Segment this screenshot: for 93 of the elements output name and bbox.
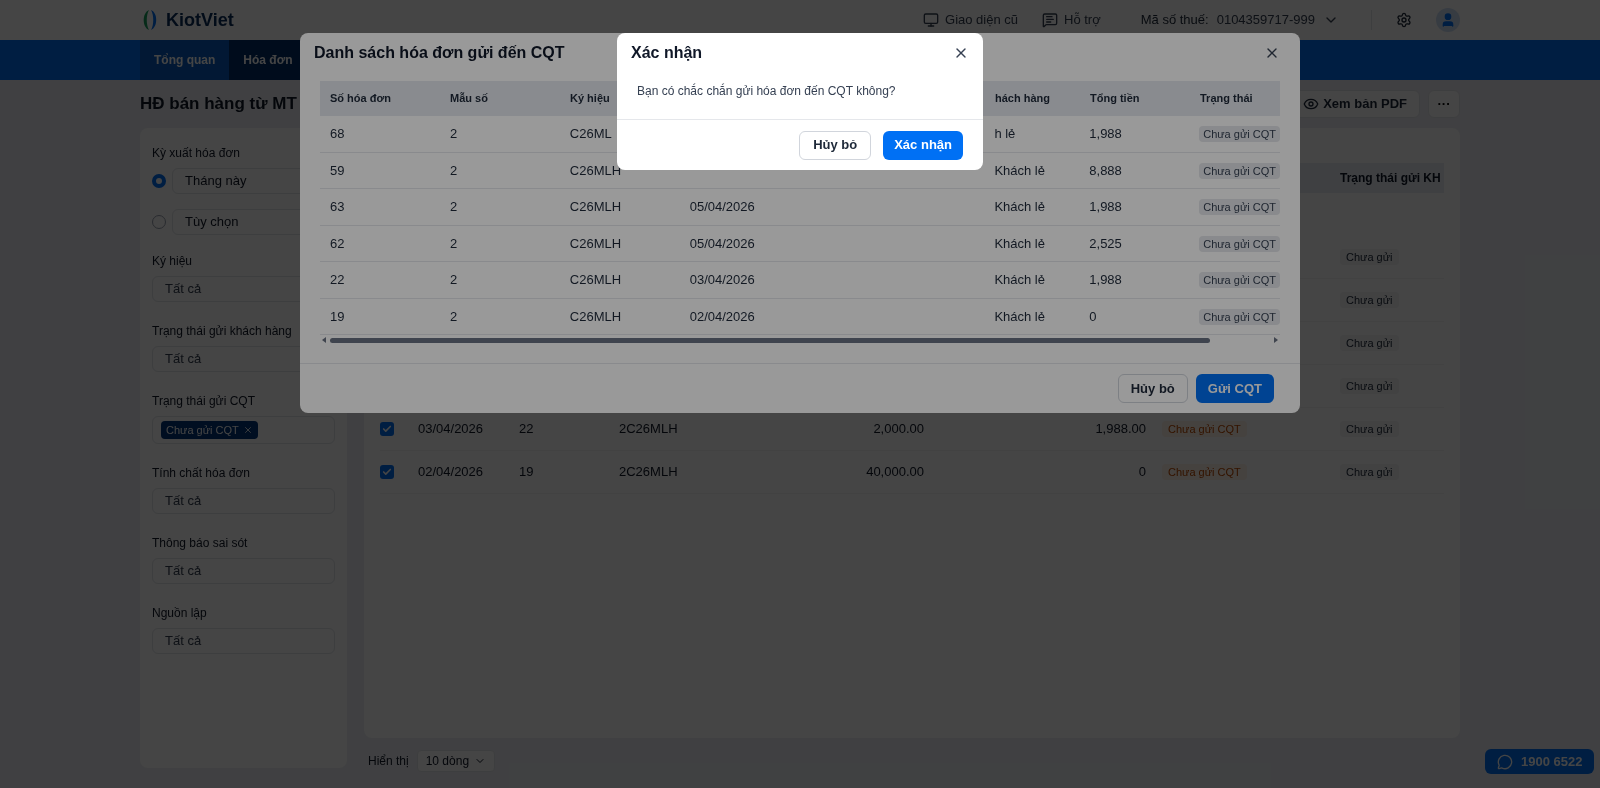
status-badge: Chưa gửi CQT — [1162, 464, 1247, 481]
status-badge: Chưa gửi CQT — [1199, 272, 1280, 288]
table-cell: 02/04/2026 — [418, 464, 484, 480]
filter-label: Thông báo sai sót — [152, 535, 249, 552]
column-header: Trạng thái — [1200, 92, 1253, 105]
page-title: HĐ bán hàng từ MT — [140, 93, 297, 116]
status-badge: Chưa gửi CQT — [1199, 308, 1280, 325]
confirm-button[interactable]: Xác nhận — [883, 130, 963, 160]
table-cell: C26MLH — [569, 272, 622, 287]
table-cell: 2 — [449, 162, 458, 178]
table-cell: Khách lẻ — [994, 162, 1045, 178]
table-cell: 68 — [330, 126, 345, 141]
filter-label: Tính chất hóa đơn — [152, 465, 251, 482]
table-cell: 2,525 — [1089, 235, 1122, 251]
table-cell: 1,988 — [1089, 126, 1122, 141]
filter-label: Trạng thái gửi khách hàng — [152, 323, 293, 340]
cancel-button[interactable]: Hủy bỏ — [799, 130, 872, 160]
table-cell: 1,988.00 — [1095, 421, 1146, 437]
eye-icon — [1303, 96, 1320, 112]
table-cell: Khách lẻ — [994, 199, 1045, 214]
table-cell: 2,000.00 — [873, 421, 924, 437]
column-header: Trạng thái gửi KH — [1339, 170, 1441, 187]
column-header: Tổng tiền — [1090, 92, 1140, 105]
table-cell: Khách lẻ — [994, 308, 1045, 324]
table-cell: 2C26MLH — [619, 464, 678, 480]
status-badge: Chưa gửi CQT — [1162, 421, 1247, 438]
table-cell: 19 — [519, 464, 534, 480]
table-cell: 03/04/2026 — [418, 421, 484, 437]
filter-tag: Chưa gửi CQT — [161, 420, 258, 440]
column-header: hách hàng — [995, 92, 1050, 105]
chat-icon — [1497, 753, 1513, 770]
filter-label: Ký hiệu — [152, 253, 194, 270]
page-size-select[interactable]: 10 dòng — [416, 750, 495, 772]
filter-label: Kỳ xuất hóa đơn — [152, 145, 241, 162]
more-button[interactable]: ··· — [1428, 90, 1460, 118]
table-cell: 05/04/2026 — [689, 235, 755, 251]
avatar-icon[interactable] — [1436, 8, 1460, 32]
nav-tab[interactable]: Tổng quan — [140, 40, 230, 80]
column-header: Mẫu số — [450, 92, 488, 105]
table-cell: 02/04/2026 — [689, 308, 755, 324]
dialog-title: Danh sách hóa đơn gửi đến CQT — [314, 43, 565, 63]
remove-icon[interactable] — [242, 425, 253, 435]
column-header: Ký hiệu — [570, 92, 610, 105]
table-cell: 05/04/2026 — [689, 199, 755, 214]
table-cell: C26MLH — [569, 235, 622, 251]
logo-text: KiotViet — [166, 8, 234, 32]
status-badge: Chưa gửi CQT — [1199, 126, 1280, 142]
table-cell: C26MLH — [569, 308, 622, 324]
page-size-label: Hiển thị — [368, 753, 409, 770]
column-header: Số hóa đơn — [330, 92, 391, 105]
table-cell: 1,988 — [1089, 199, 1122, 214]
cancel-button[interactable]: Hủy bỏ — [1117, 374, 1188, 403]
row-checkbox[interactable] — [380, 422, 394, 436]
table-cell: Khách lẻ — [994, 272, 1045, 287]
dialog-message: Bạn có chắc chắn gửi hóa đơn đến CQT không? — [636, 82, 897, 100]
hotline-button[interactable]: 1900 6522 — [1485, 749, 1595, 774]
filter-label: Nguồn lập — [152, 605, 208, 622]
table-cell: C26MLH — [569, 199, 622, 214]
table-cell: 1,988 — [1089, 272, 1122, 287]
row-checkbox[interactable] — [380, 465, 394, 479]
status-badge: Chưa gửi CQT — [1199, 199, 1280, 215]
chat-icon — [1042, 12, 1059, 28]
status-badge: Chưa gửi CQT — [1199, 162, 1280, 179]
table-cell: 2C26MLH — [619, 421, 678, 437]
tax-label: Mã số thuế: — [1140, 11, 1209, 30]
table-cell: 2 — [449, 126, 458, 141]
table-cell: 0 — [1138, 464, 1146, 480]
table-cell: 03/04/2026 — [689, 272, 755, 287]
filter-label: Trạng thái gửi CQT — [152, 393, 256, 410]
dialog-title: Xác nhận — [631, 43, 703, 63]
status-badge: Chưa gửi CQT — [1199, 235, 1280, 252]
table-cell: C26MLH — [569, 162, 622, 178]
table-cell: C26ML — [569, 126, 612, 141]
send-button[interactable]: Gửi CQT — [1195, 374, 1274, 403]
table-cell: 22 — [519, 421, 534, 437]
table-cell: 2 — [449, 199, 458, 214]
table-cell: 40,000.00 — [866, 464, 924, 480]
table-cell: 2 — [449, 235, 458, 251]
settings-icon[interactable] — [1396, 12, 1412, 28]
table-cell: 2 — [449, 308, 458, 324]
radio-button[interactable] — [152, 174, 166, 188]
table-cell: 62 — [330, 235, 345, 251]
table-cell: Khách lẻ — [994, 235, 1045, 251]
table-cell: 8,888 — [1089, 162, 1122, 178]
table-cell: 19 — [330, 308, 345, 324]
check-icon — [382, 467, 392, 477]
radio-button[interactable] — [152, 215, 166, 229]
table-cell: h lẻ — [994, 126, 1016, 141]
check-icon — [382, 424, 392, 434]
table-cell: 0 — [1089, 308, 1097, 324]
tag-field[interactable]: Chưa gửi CQT — [152, 416, 335, 444]
monitor-icon — [923, 12, 940, 28]
table-cell: 2 — [449, 272, 458, 287]
